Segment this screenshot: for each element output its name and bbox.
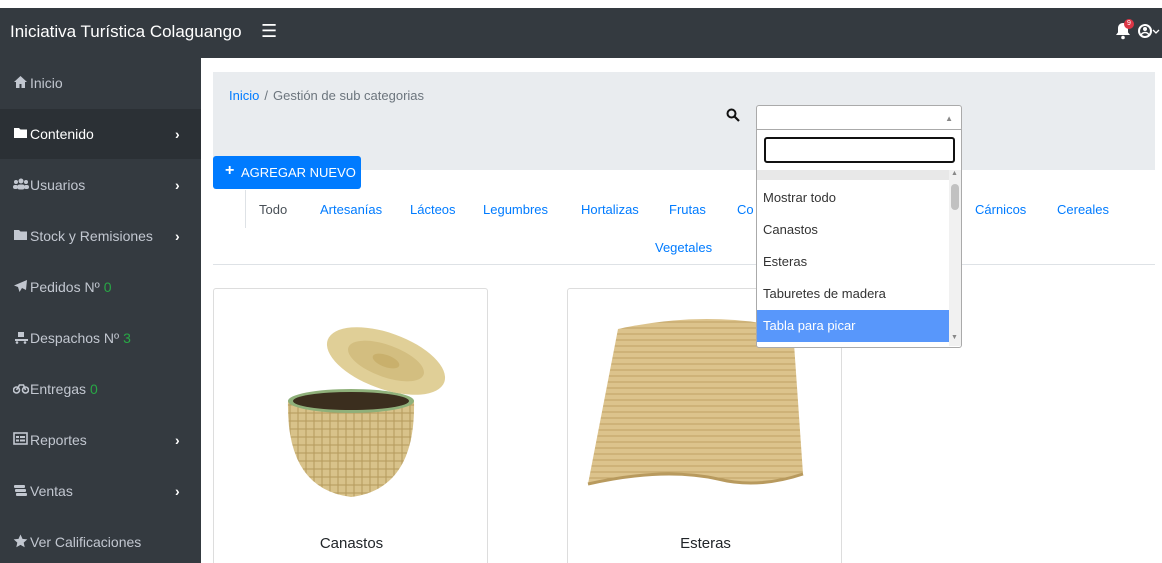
sidebar: Inicio Contenido › Usuarios › Stock y Re… [0,58,201,563]
sidebar-item-label: Contenido [30,126,94,142]
chevron-right-icon: › [175,126,180,142]
scroll-down-icon[interactable]: ▼ [951,334,958,341]
scrollbar-thumb[interactable] [951,184,959,210]
product-card[interactable]: Canastos [213,288,488,563]
despachos-count: 3 [123,330,131,346]
chevron-right-icon: › [175,228,180,244]
sidebar-item-usuarios[interactable]: Usuarios › [0,160,201,210]
sidebar-item-ventas[interactable]: Ventas › [0,466,201,516]
sidebar-item-label: Ver Calificaciones [30,534,142,550]
user-account-icon[interactable] [1138,22,1160,42]
sidebar-item-label: Usuarios [30,177,86,193]
product-title: Canastos [319,535,384,552]
motorcycle-icon [12,381,30,395]
sidebar-item-label: Stock y Remisiones [30,228,153,244]
dropdown-scrollbar[interactable]: ▲ ▼ [949,170,961,346]
tab-vegetales[interactable]: Vegetales [655,240,712,255]
tab-hortalizas[interactable]: Hortalizas [581,202,639,217]
breadcrumb-separator: / [264,88,268,103]
folder-icon [13,228,29,242]
subcategory-select[interactable]: ▲ [756,105,962,131]
sidebar-item-label: Inicio [30,75,63,91]
app-title[interactable]: Iniciativa Turística Colaguango [10,22,242,42]
entregas-count: 0 [90,381,98,397]
folder-icon [13,126,29,140]
dropdown-search-input[interactable] [764,137,955,163]
sidebar-item-label: Reportes [30,432,87,448]
tab-carnicos[interactable]: Cárnicos [975,202,1026,217]
chevron-right-icon: › [175,177,180,193]
dropdown-option-selected[interactable]: Tabla para picar [757,310,949,342]
dropdown-option[interactable]: Taburetes de madera [757,278,949,310]
sidebar-item-contenido[interactable]: Contenido › [0,109,201,159]
caret-up-icon: ▲ [945,114,953,123]
dropdown-option[interactable]: Esteras [757,246,949,278]
dropdown-option-empty[interactable] [757,170,949,180]
product-title: Esteras [680,535,731,552]
scroll-up-icon[interactable]: ▲ [951,170,958,177]
add-new-button[interactable]: + AGREGAR NUEVO [213,156,361,189]
sidebar-item-label: Ventas [30,483,73,499]
dropdown-option[interactable]: Canastos [757,214,949,246]
tab-cereales[interactable]: Cereales [1057,202,1109,217]
sidebar-item-inicio[interactable]: Inicio [0,58,201,108]
app-window: { "app": { "title": "Iniciativa Turístic… [0,0,1162,563]
hamburger-menu-icon[interactable]: ☰ [261,21,277,42]
breadcrumb-current: Gestión de sub categorias [272,88,425,103]
chevron-right-icon: › [175,483,180,499]
notification-badge: 9 [1124,19,1134,29]
sidebar-item-label: Despachos Nº [30,330,120,346]
sidebar-item-despachos[interactable]: Despachos Nº 3 [0,313,201,363]
pedidos-count: 0 [103,279,112,295]
report-icon [13,432,29,446]
divider [213,264,1155,265]
sidebar-item-pedidos[interactable]: Pedidos Nº 0 [0,262,201,312]
sidebar-item-stock-remisiones[interactable]: Stock y Remisiones › [0,211,201,261]
sidebar-item-label: Pedidos Nº [30,279,100,295]
tab-todo[interactable]: Todo [259,202,287,217]
breadcrumb-home-link[interactable]: Inicio [229,88,259,103]
tab-artesanias[interactable]: Artesanías [320,202,382,217]
send-icon [13,279,29,293]
top-navbar: Iniciativa Turística Colaguango ☰ 9 [0,8,1162,58]
tab-frutas[interactable]: Frutas [669,202,706,217]
sidebar-item-entregas[interactable]: Entregas 0 [0,364,201,414]
dropdown-option[interactable]: Mostrar todo [757,182,949,214]
dropdown-options: Mostrar todo Canastos Esteras Taburetes … [757,170,949,346]
add-new-label: AGREGAR NUEVO [241,165,356,180]
tab-co[interactable]: Co [737,202,754,217]
search-icon [726,108,740,122]
tab-lacteos[interactable]: Lácteos [410,202,456,217]
basket-image [214,289,489,519]
subcategory-dropdown[interactable]: Mostrar todo Canastos Esteras Taburetes … [756,129,962,348]
breadcrumb: Inicio / Gestión de sub categorias [229,88,424,103]
money-icon [13,483,29,497]
tab-divider [245,190,246,228]
plus-icon: + [225,162,235,179]
star-icon [13,534,29,548]
sidebar-item-calificaciones[interactable]: Ver Calificaciones [0,517,201,563]
sidebar-item-reportes[interactable]: Reportes › [0,415,201,465]
dolly-icon [13,330,29,344]
notifications-bell-icon[interactable]: 9 [1115,19,1134,42]
home-icon [13,75,29,89]
chevron-right-icon: › [175,432,180,448]
sidebar-item-label: Entregas [30,381,87,397]
users-icon [13,177,29,191]
tab-legumbres[interactable]: Legumbres [483,202,548,217]
